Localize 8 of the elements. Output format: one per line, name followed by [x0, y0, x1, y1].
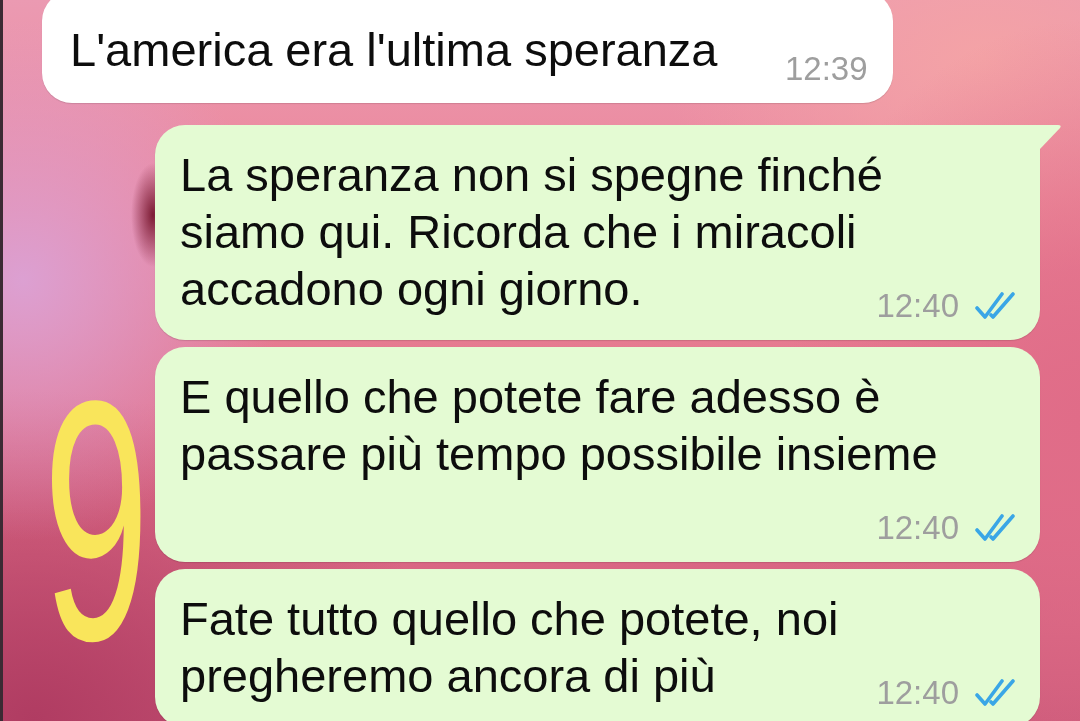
message-time: 12:40: [876, 511, 959, 544]
message-time: 12:40: [876, 676, 959, 709]
message-text: L'america era l'ultima speranza: [70, 23, 718, 76]
handwritten-annotation: 9: [43, 392, 150, 649]
message-time: 12:39: [784, 52, 868, 85]
message-text: E quello che potete fare adesso è passare più tempo possibile insieme: [180, 370, 938, 480]
message-text: Fate tutto quello che potete, noi pregheremo ancora di più: [180, 592, 839, 702]
message-time: 12:40: [876, 289, 959, 322]
